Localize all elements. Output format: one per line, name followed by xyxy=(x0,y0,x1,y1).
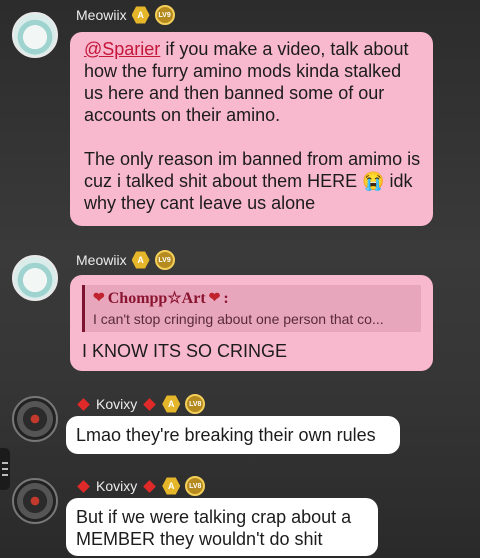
avatar[interactable] xyxy=(12,396,58,442)
quote-author: ❤ Chompp☆Art ❤ : xyxy=(93,288,415,310)
username[interactable]: Meowiix xyxy=(76,7,127,23)
username-row: Meowiix A LV9 xyxy=(76,5,175,25)
rank-badge-icon: A xyxy=(162,395,181,413)
message-text: But if we were talking crap about a MEMB… xyxy=(76,507,352,549)
message-text: I KNOW ITS SO CRINGE xyxy=(82,341,288,361)
rank-badge-icon: A xyxy=(162,477,181,495)
diamond-icon xyxy=(77,397,90,411)
username[interactable]: Meowiix xyxy=(76,252,127,268)
message-bubble[interactable]: ❤ Chompp☆Art ❤ : I can't stop cringing a… xyxy=(70,275,433,371)
message-bubble[interactable]: But if we were talking crap about a MEMB… xyxy=(66,498,378,556)
username-row: Meowiix A LV9 xyxy=(76,250,175,270)
level-badge-icon: LV9 xyxy=(154,250,175,270)
rank-badge-icon: A xyxy=(131,251,150,269)
chat-message: Kovixy A LV8 Lmao they're breaking their… xyxy=(0,390,480,460)
quote-author-suffix: : xyxy=(223,290,229,307)
level-badge-icon: LV8 xyxy=(185,394,206,414)
mention-link[interactable]: @Sparier xyxy=(84,39,160,59)
message-paragraph: The only reason im banned from amimo is … xyxy=(84,149,421,213)
message-text: Lmao they're breaking their own rules xyxy=(76,425,376,445)
username[interactable]: Kovixy xyxy=(96,478,137,494)
diamond-icon xyxy=(143,479,157,493)
quote-author-name: Chompp☆Art xyxy=(107,290,206,307)
reply-quote[interactable]: ❤ Chompp☆Art ❤ : I can't stop cringing a… xyxy=(82,285,421,332)
chat-message: Kovixy A LV8 But if we were talking crap… xyxy=(0,472,480,558)
rank-badge-icon: A xyxy=(131,6,150,24)
message-bubble[interactable]: Lmao they're breaking their own rules xyxy=(66,416,400,454)
avatar[interactable] xyxy=(12,12,58,58)
heart-icon: ❤ xyxy=(93,291,105,306)
chat-message: Meowiix A LV9 ❤ Chompp☆Art ❤ : I can't s… xyxy=(0,245,480,375)
heart-icon: ❤ xyxy=(208,291,221,306)
avatar[interactable] xyxy=(12,255,58,301)
username-row: Kovixy A LV8 xyxy=(76,394,206,414)
username[interactable]: Kovixy xyxy=(96,396,137,412)
message-bubble[interactable]: @Sparier if you make a video, talk about… xyxy=(70,32,433,226)
username-row: Kovixy A LV8 xyxy=(76,476,206,496)
avatar[interactable] xyxy=(12,478,58,524)
level-badge-icon: LV9 xyxy=(154,5,175,25)
side-drawer-handle[interactable] xyxy=(0,448,10,490)
quote-text: I can't stop cringing about one person t… xyxy=(93,311,384,327)
diamond-icon xyxy=(77,479,90,493)
level-badge-icon: LV8 xyxy=(185,476,206,496)
message-text: @Sparier if you make a video, talk about… xyxy=(84,38,423,126)
chat-message: Meowiix A LV9 @Sparier if you make a vid… xyxy=(0,0,480,235)
diamond-icon xyxy=(143,397,157,411)
